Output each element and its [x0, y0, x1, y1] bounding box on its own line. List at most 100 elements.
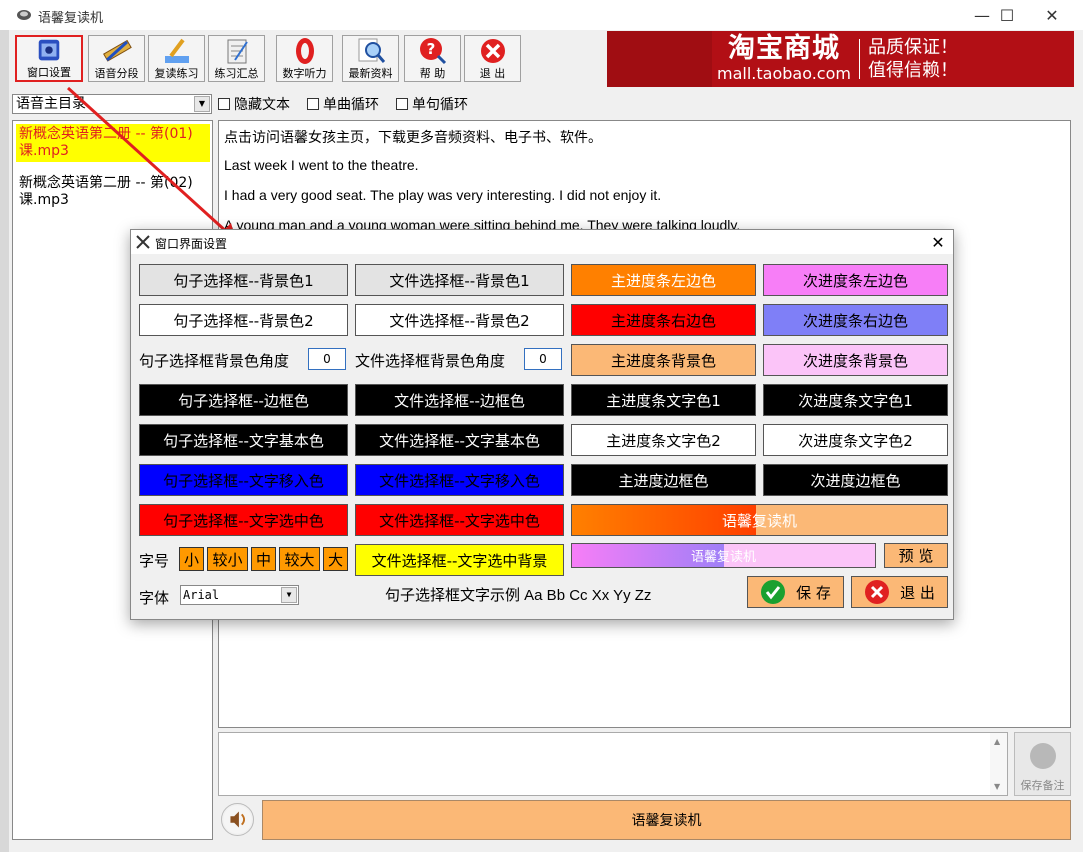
checkbox-label: 单曲循环	[323, 97, 379, 113]
file-bg-angle-input[interactable]: 0	[524, 348, 562, 370]
sentence-text-base-color-button[interactable]: 句子选择框--文字基本色	[139, 424, 348, 456]
file-text-hover-color-button[interactable]: 文件选择框--文字移入色	[355, 464, 564, 496]
sentence-bg-color1-button[interactable]: 句子选择框--背景色1	[139, 264, 348, 296]
sub-progress-border-color-button[interactable]: 次进度边框色	[763, 464, 948, 496]
font-size-large-button[interactable]: 大	[323, 547, 348, 571]
scroll-down-icon[interactable]: ▼	[994, 782, 1000, 791]
preview-button[interactable]: 预 览	[884, 543, 948, 568]
checkbox-box[interactable]	[396, 98, 408, 110]
sentence-line[interactable]: I had a very good seat. The play was ver…	[224, 187, 661, 203]
sub-progress-bg-color-button[interactable]: 次进度条背景色	[763, 344, 948, 376]
toolbar-label: 练习汇总	[214, 67, 259, 80]
font-size-medium-button[interactable]: 中	[251, 547, 276, 571]
notebook-icon	[227, 39, 248, 64]
save-note-icon	[1029, 743, 1056, 769]
app-icon	[17, 10, 31, 20]
file-list-item[interactable]: 新概念英语第二册 -- 第(02)课.mp3	[16, 173, 210, 211]
note-scrollbar[interactable]: ▲ ▼	[990, 733, 1007, 795]
toolbar-window-settings-button[interactable]: 窗口设置	[15, 35, 83, 82]
file-bg-color2-button[interactable]: 文件选择框--背景色2	[355, 304, 564, 336]
toolbar-label: 语音分段	[94, 67, 139, 80]
note-textarea[interactable]	[218, 732, 1008, 796]
sub-progress-text-color1-button[interactable]: 次进度条文字色1	[763, 384, 948, 416]
toolbar-segment-button[interactable]: 语音分段	[88, 35, 145, 82]
sentence-border-color-button[interactable]: 句子选择框--边框色	[139, 384, 348, 416]
font-size-smaller-button[interactable]: 较小	[207, 547, 248, 571]
checkbox-box[interactable]	[218, 98, 230, 110]
ad-slogan-line2: 值得信赖！	[867, 60, 958, 81]
tools-icon	[136, 235, 150, 249]
window-title: 语馨复读机	[38, 11, 104, 26]
maximize-button[interactable]: ☐	[984, 0, 1030, 30]
ad-slogan-line1: 品质保证！	[867, 37, 958, 58]
chevron-down-icon[interactable]: ▼	[281, 587, 297, 603]
main-progress-bg-color-button[interactable]: 主进度条背景色	[571, 344, 756, 376]
exit-button[interactable]: 退 出	[851, 576, 948, 608]
interface-settings-dialog: 窗口界面设置 ✕ 句子选择框--背景色1 句子选择框--背景色2 句子选择框背景…	[130, 229, 954, 620]
ruler-pencil-icon	[102, 39, 132, 62]
file-text-selected-color-button[interactable]: 文件选择框--文字选中色	[355, 504, 564, 536]
single-sentence-loop-checkbox[interactable]: 单句循环	[396, 94, 468, 114]
magnifier-icon	[358, 38, 385, 63]
main-progress-text-color2-button[interactable]: 主进度条文字色2	[571, 424, 756, 456]
zero-digit-icon	[295, 38, 314, 64]
sentence-bg-color2-button[interactable]: 句子选择框--背景色2	[139, 304, 348, 336]
single-track-loop-checkbox[interactable]: 单曲循环	[307, 94, 379, 114]
main-progress-right-color-button[interactable]: 主进度条右边色	[571, 304, 756, 336]
checkbox-label: 单句循环	[412, 97, 468, 113]
file-list-item-selected[interactable]: 新概念英语第二册 -- 第(01)课.mp3	[16, 124, 210, 162]
file-border-color-button[interactable]: 文件选择框--边框色	[355, 384, 564, 416]
dialog-titlebar: 窗口界面设置 ✕	[131, 230, 953, 254]
chevron-down-icon[interactable]: ▼	[194, 96, 210, 112]
save-button[interactable]: 保 存	[747, 576, 844, 608]
toolbar-summary-button[interactable]: 练习汇总	[208, 35, 265, 82]
dialog-close-button[interactable]: ✕	[927, 232, 949, 252]
help-icon: ?	[419, 38, 446, 65]
main-progress-border-color-button[interactable]: 主进度边框色	[571, 464, 756, 496]
main-progress-text-color1-button[interactable]: 主进度条文字色1	[571, 384, 756, 416]
speaker-icon[interactable]	[221, 803, 254, 836]
sentence-line[interactable]: Last week I went to the theatre.	[224, 157, 419, 173]
toolbar-help-button[interactable]: ? 帮 助	[404, 35, 461, 82]
save-note-label: 保存备注	[1020, 779, 1065, 792]
file-text-selected-bg-button[interactable]: 文件选择框--文字选中背景	[355, 544, 564, 576]
ad-banner[interactable]: 淘宝商城 mall.taobao.com 品质保证！ 值得信赖！	[607, 31, 1074, 87]
scroll-up-icon[interactable]: ▲	[994, 737, 1000, 746]
checkbox-box[interactable]	[307, 98, 319, 110]
save-note-button[interactable]: 保存备注	[1014, 732, 1071, 796]
toolbar-label: 数字听力	[282, 67, 327, 80]
toolbar-repeat-practice-button[interactable]: 复读练习	[148, 35, 205, 82]
file-bg-color1-button[interactable]: 文件选择框--背景色1	[355, 264, 564, 296]
toolbar-digit-listening-button[interactable]: 数字听力	[276, 35, 333, 82]
sentence-text-hover-color-button[interactable]: 句子选择框--文字移入色	[139, 464, 348, 496]
close-icon	[865, 580, 890, 604]
toolbar-label: 窗口设置	[27, 66, 71, 79]
main-progress-preview: 语馨复读机	[571, 504, 948, 536]
sentence-bg-angle-label: 句子选择框背景色角度	[139, 352, 290, 370]
main-progress-left-color-button[interactable]: 主进度条左边色	[571, 264, 756, 296]
hide-text-checkbox[interactable]: 隐藏文本	[218, 94, 290, 114]
toolbar-label: 复读练习	[154, 67, 199, 80]
sentence-bg-angle-input[interactable]: 0	[308, 348, 346, 370]
toolbar-label: 最新资料	[348, 67, 393, 80]
font-size-label: 字号	[139, 552, 170, 570]
sub-progress-right-color-button[interactable]: 次进度条右边色	[763, 304, 948, 336]
directory-select[interactable]: 语音主目录 ▼	[12, 94, 212, 114]
font-select[interactable]: Arial ▼	[180, 585, 299, 605]
sub-progress-left-color-button[interactable]: 次进度条左边色	[763, 264, 948, 296]
brush-icon	[164, 38, 189, 63]
font-size-small-button[interactable]: 小	[179, 547, 204, 571]
file-text-base-color-button[interactable]: 文件选择框--文字基本色	[355, 424, 564, 456]
toolbar-exit-button[interactable]: 退 出	[464, 35, 521, 82]
dialog-title: 窗口界面设置	[155, 237, 228, 251]
sentence-line[interactable]: 点击访问语馨女孩主页，下载更多音频资料、电子书、软件。	[224, 127, 602, 147]
toolbar-latest-resources-button[interactable]: 最新资料	[342, 35, 399, 82]
font-size-larger-button[interactable]: 较大	[279, 547, 320, 571]
toolbar-label: 帮 助	[419, 67, 446, 80]
main-progress-label: 语馨复读机	[631, 813, 702, 829]
close-button[interactable]: ✕	[1029, 0, 1075, 30]
sentence-text-selected-color-button[interactable]: 句子选择框--文字选中色	[139, 504, 348, 536]
sub-progress-text-color2-button[interactable]: 次进度条文字色2	[763, 424, 948, 456]
font-label: 字体	[139, 589, 170, 607]
main-progress-bar[interactable]: 语馨复读机	[262, 800, 1071, 840]
